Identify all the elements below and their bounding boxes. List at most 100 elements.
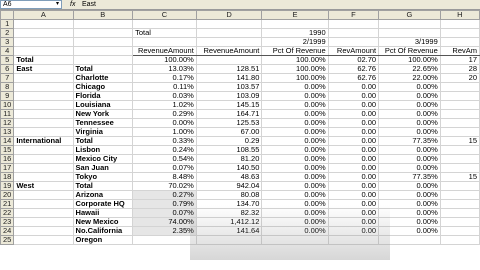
cell[interactable]: 48.63 [195, 172, 263, 182]
cell[interactable] [13, 199, 74, 209]
row-header[interactable]: 10 [0, 100, 15, 110]
cell[interactable] [439, 190, 480, 200]
cell[interactable] [13, 190, 74, 200]
cell[interactable]: 0.00% [378, 127, 441, 137]
row-header[interactable]: 13 [0, 127, 15, 137]
cell[interactable]: San Juan [72, 163, 134, 173]
cell[interactable]: 20 [439, 73, 480, 83]
cell[interactable]: Total [72, 181, 134, 191]
cell[interactable]: Total [72, 64, 134, 74]
cell[interactable] [132, 37, 197, 47]
formula-input[interactable]: East [82, 0, 96, 9]
cell[interactable]: 0.79% [132, 199, 197, 209]
cell[interactable] [439, 91, 480, 101]
cell[interactable] [327, 28, 380, 38]
cell[interactable] [132, 235, 197, 245]
cell[interactable]: Mexico City [72, 154, 134, 164]
cell[interactable]: 2.35% [132, 226, 197, 236]
cell[interactable] [13, 28, 74, 38]
cell[interactable]: 942.04 [195, 181, 263, 191]
row-header[interactable]: 20 [0, 190, 15, 200]
cell[interactable] [195, 28, 263, 38]
cell[interactable]: 0.00% [378, 82, 441, 92]
cell[interactable]: Oregon [72, 235, 134, 245]
row-header[interactable]: 5 [0, 55, 15, 65]
cell[interactable]: 0.00% [261, 226, 329, 236]
cell[interactable] [439, 181, 480, 191]
cell[interactable]: 0.00% [261, 82, 329, 92]
column-header[interactable]: G [378, 10, 441, 20]
cell[interactable]: 141.64 [195, 226, 263, 236]
cell[interactable]: 0.00% [378, 100, 441, 110]
column-header[interactable]: F [327, 10, 380, 20]
cell[interactable] [439, 235, 480, 245]
cell[interactable]: 100.00% [261, 73, 329, 83]
cell[interactable]: 2/1999 [261, 37, 329, 47]
row-header[interactable]: 6 [0, 64, 15, 74]
cell[interactable]: 0.00% [261, 91, 329, 101]
cell[interactable]: 0.00 [327, 109, 380, 119]
cell[interactable]: Hawaii [72, 208, 134, 218]
cell[interactable]: Charlotte [72, 73, 134, 83]
cell[interactable] [327, 19, 380, 29]
cell[interactable]: 02.70 [327, 55, 380, 65]
cell[interactable]: 100.00% [132, 55, 197, 65]
cell[interactable]: Pct Of Revenue [261, 46, 329, 56]
cell[interactable] [72, 46, 134, 56]
row-header[interactable]: 11 [0, 109, 15, 119]
cell[interactable]: 74.00% [132, 217, 197, 227]
cell[interactable]: 3/1999 [378, 37, 441, 47]
row-header[interactable]: 15 [0, 145, 15, 155]
cell[interactable] [439, 118, 480, 128]
row-header[interactable]: 23 [0, 217, 15, 227]
cell[interactable] [13, 100, 74, 110]
cell[interactable]: 70.02% [132, 181, 197, 191]
row-header[interactable]: 25 [0, 235, 15, 245]
cell[interactable] [439, 163, 480, 173]
cell[interactable] [378, 235, 441, 245]
cell[interactable]: 0.00% [261, 208, 329, 218]
cell[interactable]: 1990 [261, 28, 329, 38]
cell[interactable]: 0.00% [261, 118, 329, 128]
cell[interactable]: 0.24% [132, 145, 197, 155]
cell[interactable]: 0.07% [132, 163, 197, 173]
row-header[interactable]: 24 [0, 226, 15, 236]
cell[interactable] [195, 37, 263, 47]
cell[interactable]: 0.00 [327, 163, 380, 173]
cell[interactable] [13, 208, 74, 218]
cell[interactable]: RevAmount [327, 46, 380, 56]
row-header[interactable]: 2 [0, 28, 15, 38]
cell[interactable]: No.California [72, 226, 134, 236]
cell[interactable] [439, 145, 480, 155]
row-header[interactable]: 19 [0, 181, 15, 191]
cell[interactable]: Lisbon [72, 145, 134, 155]
cell[interactable]: 0.00% [378, 190, 441, 200]
cell[interactable]: 0.00% [261, 172, 329, 182]
cell[interactable] [13, 37, 74, 47]
cell[interactable]: 1.02% [132, 100, 197, 110]
row-header[interactable]: 18 [0, 172, 15, 182]
cell[interactable]: 0.54% [132, 154, 197, 164]
cell[interactable]: 0.00 [327, 172, 380, 182]
cell[interactable]: 62.76 [327, 73, 380, 83]
cell[interactable] [439, 217, 480, 227]
cell[interactable] [13, 19, 74, 29]
cell[interactable]: 0.00% [261, 199, 329, 209]
row-header[interactable]: 9 [0, 91, 15, 101]
cell[interactable]: 0.00% [378, 118, 441, 128]
cell[interactable]: 0.00% [378, 145, 441, 155]
cell[interactable]: 0.00% [261, 127, 329, 137]
cell[interactable] [13, 118, 74, 128]
cell[interactable]: 62.76 [327, 64, 380, 74]
column-header[interactable]: D [195, 10, 263, 20]
cell[interactable] [439, 100, 480, 110]
cell[interactable] [439, 109, 480, 119]
column-header[interactable]: E [261, 10, 329, 20]
cell[interactable]: Total [132, 28, 197, 38]
cell[interactable]: 28 [439, 64, 480, 74]
cell[interactable] [439, 127, 480, 137]
cell[interactable]: 0.00 [327, 82, 380, 92]
cell[interactable] [13, 109, 74, 119]
cell[interactable] [439, 28, 480, 38]
cell[interactable]: 0.00% [261, 109, 329, 119]
